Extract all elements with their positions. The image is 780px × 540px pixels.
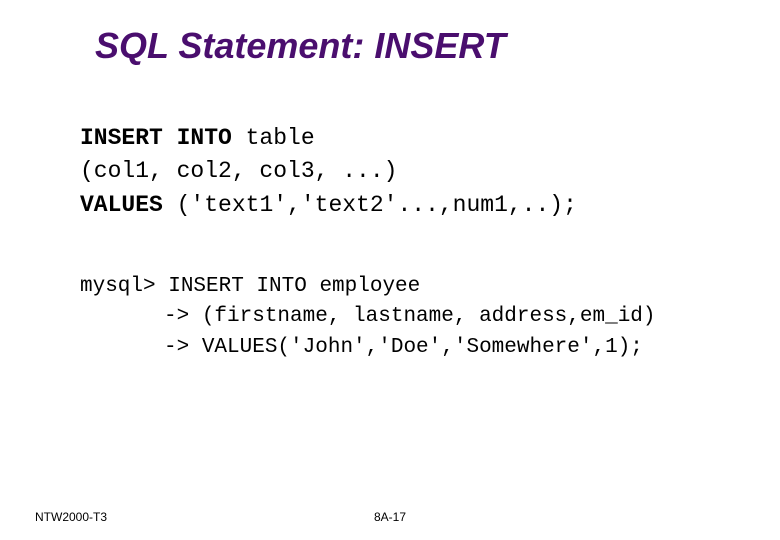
syntax-line-1: INSERT INTO table [80,122,780,155]
example-line-1: mysql> INSERT INTO employee [80,272,780,302]
slide-title: SQL Statement: INSERT [0,25,780,67]
syntax-line-3: VALUES ('text1','text2'...,num1,..); [80,189,780,222]
keyword-values: VALUES [80,192,163,218]
syntax-values-rest: ('text1','text2'...,num1,..); [163,192,577,218]
syntax-table: table [232,125,315,151]
continuation-arrow: -> [164,336,189,359]
syntax-line-2: (col1, col2, col3, ...) [80,155,780,188]
footer-page-number: 8A-17 [374,510,406,524]
example-values: VALUES('John','Doe','Somewhere',1); [189,336,643,359]
example-line-3: -> VALUES('John','Doe','Somewhere',1); [80,333,780,363]
continuation-arrow: -> [164,305,189,328]
syntax-block: INSERT INTO table (col1, col2, col3, ...… [0,122,780,222]
keyword-insert-into: INSERT INTO [80,125,232,151]
example-line-2: -> (firstname, lastname, address,em_id) [80,302,780,332]
example-block: mysql> INSERT INTO employee -> (firstnam… [0,272,780,363]
example-columns: (firstname, lastname, address,em_id) [189,305,655,328]
footer-left-label: NTW2000-T3 [35,510,107,524]
